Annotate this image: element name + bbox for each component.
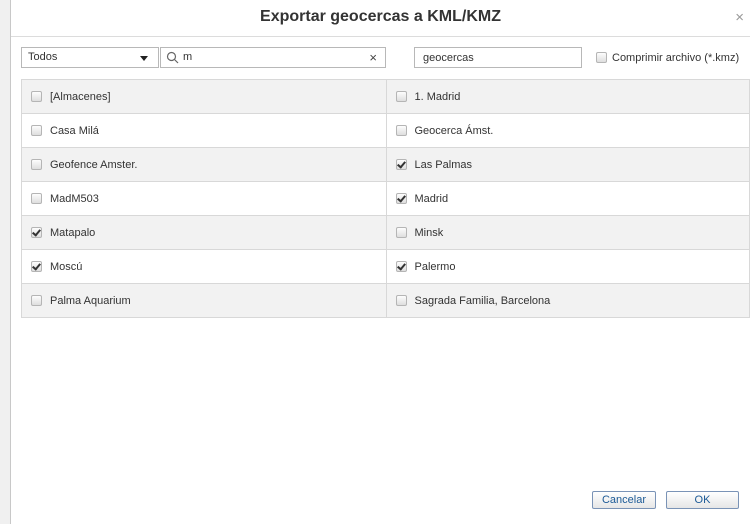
geofence-item[interactable]: Matapalo — [21, 216, 386, 249]
geofence-checkbox[interactable] — [31, 125, 42, 136]
compress-label: Comprimir archivo (*.kmz) — [612, 51, 740, 64]
geofence-label: Moscú — [50, 260, 83, 273]
geofence-label: Geofence Amster. — [50, 158, 138, 171]
table-row: Casa Milá Geocerca Ámst. — [21, 114, 750, 148]
geofence-label: Madrid — [414, 192, 449, 205]
dialog-title: Exportar geocercas a KML/KMZ — [260, 8, 501, 25]
geofence-label: [Almacenes] — [50, 90, 111, 103]
geofence-item[interactable]: Minsk — [385, 216, 750, 249]
geofence-label: 1. Madrid — [414, 90, 461, 103]
geofence-checkbox[interactable] — [395, 227, 407, 238]
geofence-item[interactable]: Palermo — [385, 250, 750, 283]
geofence-label: Geocerca Ámst. — [414, 124, 494, 137]
geofence-checkbox[interactable] — [31, 193, 42, 204]
clear-search-icon[interactable]: × — [369, 50, 377, 65]
search-input[interactable]: m × — [160, 47, 386, 68]
geofence-checkbox[interactable] — [31, 91, 42, 102]
geofence-checkbox[interactable] — [31, 159, 42, 170]
geofence-item[interactable]: Geofence Amster. — [21, 148, 386, 181]
geofence-item[interactable]: 1. Madrid — [385, 80, 750, 113]
geofence-checkbox[interactable] — [31, 227, 42, 238]
geofence-label: MadM503 — [50, 192, 99, 205]
geofence-item[interactable]: Casa Milá — [21, 114, 386, 147]
geofence-label: Palma Aquarium — [50, 294, 131, 307]
search-icon — [166, 51, 179, 64]
geofence-checkbox[interactable] — [31, 295, 42, 306]
table-row: Moscú Palermo — [21, 250, 750, 284]
geofence-label: Las Palmas — [414, 158, 472, 171]
export-geofences-dialog: Exportar geocercas a KML/KMZ × Todos m ×… — [10, 0, 750, 524]
toolbar: Todos m × geocercas Comprimir archivo (*… — [11, 47, 750, 71]
geofence-item[interactable]: Sagrada Familia, Barcelona — [385, 284, 750, 317]
geofence-checkbox[interactable] — [395, 159, 407, 170]
table-row: MadM503 Madrid — [21, 182, 750, 216]
geofence-checkbox[interactable] — [395, 91, 407, 102]
geofence-checkbox[interactable] — [395, 295, 407, 306]
cancel-button[interactable]: Cancelar — [592, 491, 656, 509]
filename-input[interactable]: geocercas — [414, 47, 582, 68]
geofence-checkbox[interactable] — [395, 261, 407, 272]
geofence-checkbox[interactable] — [31, 261, 42, 272]
geofence-label: Matapalo — [50, 226, 96, 239]
filter-select-value: Todos — [28, 51, 58, 63]
filter-select[interactable]: Todos — [21, 47, 159, 68]
geofence-item[interactable]: MadM503 — [21, 182, 386, 215]
table-row: Matapalo Minsk — [21, 216, 750, 250]
geofence-label: Palermo — [414, 260, 456, 273]
filename-input-value: geocercas — [423, 52, 474, 64]
geofence-checkbox[interactable] — [395, 193, 407, 204]
compress-checkbox[interactable] — [596, 52, 607, 63]
geofence-checkbox[interactable] — [395, 125, 407, 136]
geofence-item[interactable]: Palma Aquarium — [21, 284, 386, 317]
geofence-item[interactable]: Moscú — [21, 250, 386, 283]
compress-option[interactable]: Comprimir archivo (*.kmz) — [596, 47, 739, 68]
geofence-item[interactable]: [Almacenes] — [21, 80, 386, 113]
dialog-footer: Cancelar OK — [592, 491, 739, 509]
geofence-label: Minsk — [414, 226, 444, 239]
geofence-item[interactable]: Madrid — [385, 182, 750, 215]
ok-button[interactable]: OK — [666, 491, 739, 509]
search-input-value: m — [183, 51, 193, 63]
table-row: Geofence Amster. Las Palmas — [21, 148, 750, 182]
table-row: [Almacenes] 1. Madrid — [21, 80, 750, 114]
geofence-item[interactable]: Las Palmas — [385, 148, 750, 181]
geofence-label: Casa Milá — [50, 124, 99, 137]
geofence-item[interactable]: Geocerca Ámst. — [385, 114, 750, 147]
table-row: Palma Aquarium Sagrada Familia, Barcelona — [21, 284, 750, 318]
dialog-titlebar: Exportar geocercas a KML/KMZ × — [11, 0, 750, 37]
chevron-down-icon — [140, 56, 148, 61]
close-icon[interactable]: × — [735, 10, 744, 25]
geofence-label: Sagrada Familia, Barcelona — [414, 294, 551, 307]
geofence-list: [Almacenes] 1. Madrid Casa Milá Geocerca Ám… — [21, 79, 750, 318]
